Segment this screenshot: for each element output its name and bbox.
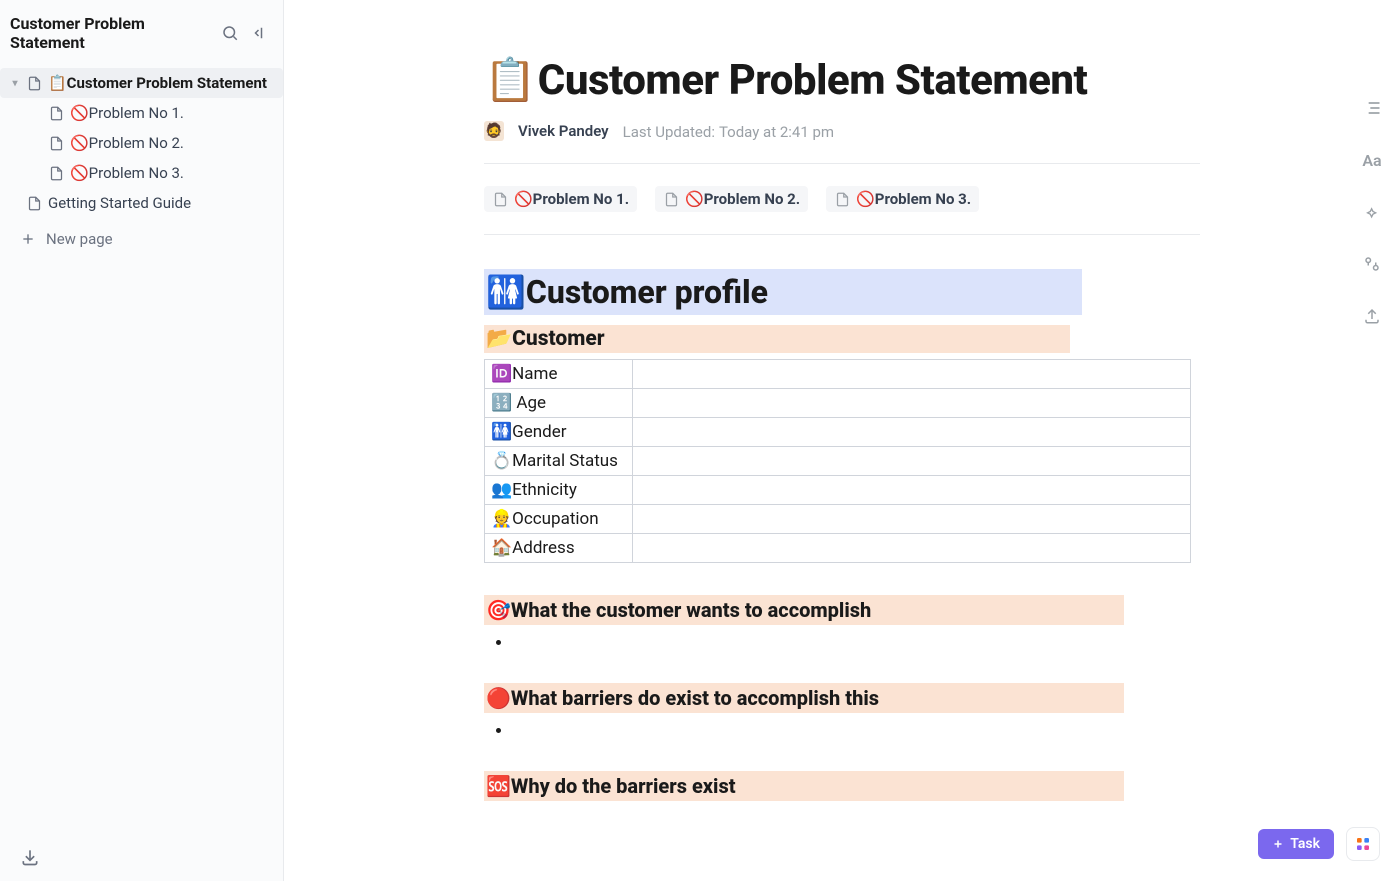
sidebar-item-label: 🚫Problem No 2. xyxy=(70,134,184,152)
subpage-chip-1[interactable]: 🚫Problem No 2. xyxy=(655,186,808,212)
import-icon xyxy=(20,847,40,867)
row-label[interactable]: 👷Occupation xyxy=(485,505,633,534)
subpage-chip-0[interactable]: 🚫Problem No 1. xyxy=(484,186,637,212)
export-icon[interactable] xyxy=(1360,304,1384,328)
plus-icon xyxy=(20,231,36,247)
list-item[interactable] xyxy=(512,721,1200,739)
row-label[interactable]: 🚻Gender xyxy=(485,418,633,447)
sidebar: Customer Problem Statement ▾ 📋Customer Pr… xyxy=(0,0,284,881)
table-row: 👷Occupation xyxy=(485,505,1191,534)
table-row: 👥Ethnicity xyxy=(485,476,1191,505)
document-icon xyxy=(26,194,42,212)
document-icon xyxy=(26,74,42,92)
document-icon xyxy=(48,104,64,122)
sidebar-item-1[interactable]: 🚫Problem No 1. xyxy=(0,98,283,128)
apps-button[interactable] xyxy=(1346,827,1380,861)
new-page-button[interactable]: New page xyxy=(0,224,283,254)
ai-icon[interactable] xyxy=(1360,200,1384,224)
chip-label: 🚫Problem No 3. xyxy=(856,190,971,208)
sidebar-item-label: 🚫Problem No 1. xyxy=(70,104,184,122)
sidebar-item-4[interactable]: Getting Started Guide xyxy=(0,188,283,218)
task-button-label: Task xyxy=(1290,836,1320,852)
document-icon xyxy=(663,190,679,208)
table-row: 🆔Name xyxy=(485,360,1191,389)
import-button[interactable] xyxy=(20,847,40,867)
table-row: 🚻Gender xyxy=(485,418,1191,447)
subpage-chips: 🚫Problem No 1. 🚫Problem No 2. 🚫Problem No … xyxy=(484,164,1200,235)
page-title-emoji: 📋 xyxy=(484,56,536,105)
section-barriers[interactable]: 🔴What barriers do exist to accomplish th… xyxy=(484,683,1124,713)
document-icon xyxy=(492,190,508,208)
right-rail: Aa xyxy=(1360,96,1384,328)
chevron-down-icon[interactable]: ▾ xyxy=(10,78,20,89)
plus-icon xyxy=(1272,838,1284,850)
sidebar-item-2[interactable]: 🚫Problem No 2. xyxy=(0,128,283,158)
row-label[interactable]: 👥Ethnicity xyxy=(485,476,633,505)
section-wants[interactable]: 🎯What the customer wants to accomplish xyxy=(484,595,1124,625)
table-row: 🔢 Age xyxy=(485,389,1191,418)
document-icon xyxy=(48,134,64,152)
row-value[interactable] xyxy=(633,360,1191,389)
last-updated-value: Today at 2:41 pm xyxy=(719,123,834,141)
customer-profile-table[interactable]: 🆔Name🔢 Age🚻Gender💍Marital Status👥Ethnici… xyxy=(484,359,1191,563)
row-label[interactable]: 🆔Name xyxy=(485,360,633,389)
sidebar-item-0[interactable]: ▾ 📋Customer Problem Statement xyxy=(0,68,283,98)
row-label[interactable]: 🔢 Age xyxy=(485,389,633,418)
sidebar-item-label: Getting Started Guide xyxy=(48,194,191,212)
document-icon xyxy=(48,164,64,182)
table-row: 💍Marital Status xyxy=(485,447,1191,476)
row-value[interactable] xyxy=(633,418,1191,447)
table-row: 🏠Address xyxy=(485,534,1191,563)
bottom-actions: Task xyxy=(1258,827,1380,861)
author-name[interactable]: Vivek Pandey xyxy=(518,122,609,140)
section-customer-profile[interactable]: 🚻Customer profile xyxy=(484,269,1082,315)
row-label[interactable]: 💍Marital Status xyxy=(485,447,633,476)
nav-list: ▾ 📋Customer Problem Statement 🚫Problem No … xyxy=(0,62,283,224)
search-icon[interactable] xyxy=(219,22,241,44)
section-why[interactable]: 🆘Why do the barriers exist xyxy=(484,771,1124,801)
row-value[interactable] xyxy=(633,476,1191,505)
sidebar-item-3[interactable]: 🚫Problem No 3. xyxy=(0,158,283,188)
wants-list[interactable] xyxy=(484,633,1200,651)
sidebar-header: Customer Problem Statement xyxy=(0,0,283,62)
barriers-list[interactable] xyxy=(484,721,1200,739)
row-value[interactable] xyxy=(633,447,1191,476)
row-label[interactable]: 🏠Address xyxy=(485,534,633,563)
chip-label: 🚫Problem No 2. xyxy=(685,190,800,208)
page-meta: 🧔 Vivek Pandey Last Updated: Today at 2:… xyxy=(484,121,1200,164)
new-page-label: New page xyxy=(46,230,113,248)
apps-icon xyxy=(1355,836,1371,852)
section-customer[interactable]: 📂Customer xyxy=(484,325,1070,353)
typography-icon[interactable]: Aa xyxy=(1360,148,1384,172)
sidebar-item-label: 🚫Problem No 3. xyxy=(70,164,184,182)
new-task-button[interactable]: Task xyxy=(1258,829,1334,859)
chip-label: 🚫Problem No 1. xyxy=(514,190,629,208)
list-item[interactable] xyxy=(512,633,1200,651)
main-content: 📋Customer Problem Statement 🧔 Vivek Pand… xyxy=(284,0,1400,881)
settings-icon[interactable] xyxy=(1360,252,1384,276)
sidebar-item-label: 📋Customer Problem Statement xyxy=(48,74,267,92)
document-icon xyxy=(834,190,850,208)
page-title[interactable]: 📋Customer Problem Statement xyxy=(484,56,1200,105)
page-title-text: Customer Problem Statement xyxy=(538,56,1088,105)
avatar[interactable]: 🧔 xyxy=(484,121,504,141)
outline-icon[interactable] xyxy=(1360,96,1384,120)
workspace-title[interactable]: Customer Problem Statement xyxy=(10,14,211,52)
row-value[interactable] xyxy=(633,505,1191,534)
subpage-chip-2[interactable]: 🚫Problem No 3. xyxy=(826,186,979,212)
last-updated-label: Last Updated: xyxy=(623,123,715,141)
row-value[interactable] xyxy=(633,389,1191,418)
row-value[interactable] xyxy=(633,534,1191,563)
collapse-sidebar-icon[interactable] xyxy=(249,22,271,44)
